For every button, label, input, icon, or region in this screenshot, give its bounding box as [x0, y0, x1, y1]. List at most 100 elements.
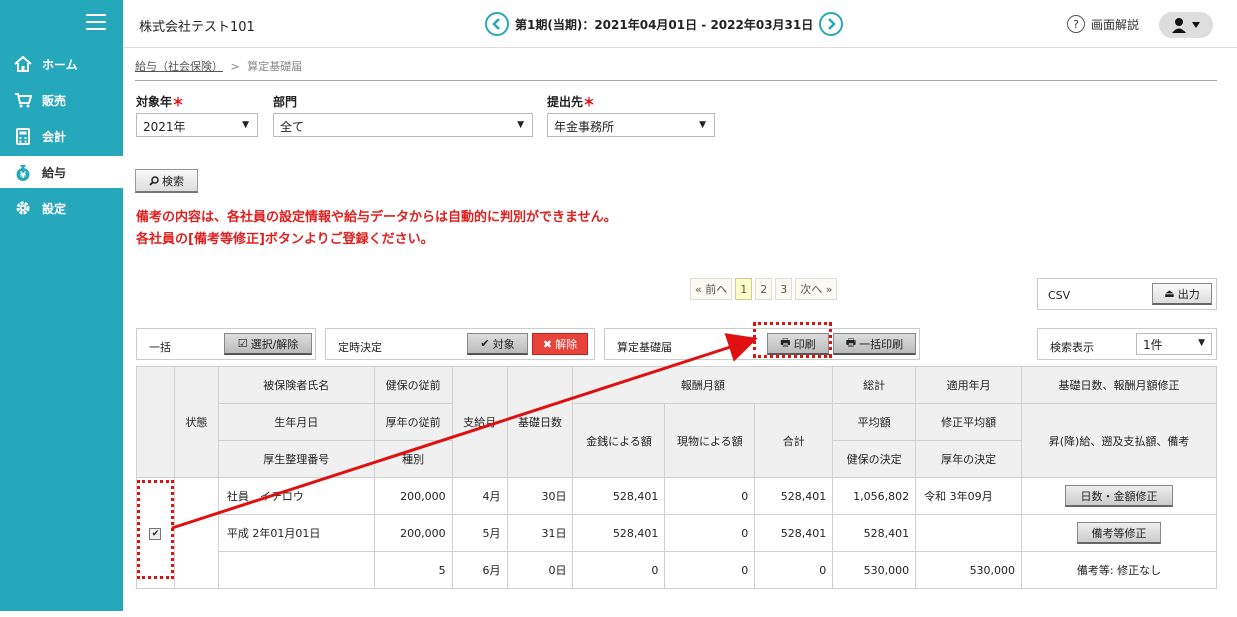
- target-label: 対象: [492, 337, 515, 351]
- sidebar-item-settings[interactable]: 設定: [0, 192, 123, 224]
- search-icon: [149, 175, 159, 186]
- revise-remarks-label: 備考等修正: [1091, 526, 1147, 540]
- year-label-text: 対象年: [136, 95, 173, 109]
- caret-down-icon: ▼: [517, 120, 524, 130]
- pager-next[interactable]: 次へ »: [795, 278, 838, 300]
- table-row: ✔ 社員 イチロウ 200,000 4月 30日 528,401 0 528,4…: [136, 477, 1217, 589]
- chevron-right-icon: [828, 18, 837, 30]
- dest-select[interactable]: 年金事務所 ▼: [547, 113, 715, 137]
- goods-header: 現物による額: [664, 403, 756, 478]
- birth-date: 平成 2年01月01日: [217, 514, 375, 552]
- base-days-header: 基礎日数: [506, 366, 574, 478]
- cart-icon: [14, 91, 32, 109]
- breadcrumb-link-payroll[interactable]: 給与（社会保険）: [135, 60, 223, 73]
- total-header: 総計: [832, 366, 917, 404]
- cash-header: 金銭による額: [572, 403, 666, 478]
- sidebar-item-accounting[interactable]: 会計: [0, 120, 123, 152]
- checkbox-header: [136, 366, 175, 478]
- select-toggle-button[interactable]: ☑ 選択/解除: [224, 333, 312, 355]
- sidebar-item-home[interactable]: ホーム: [0, 48, 123, 80]
- health-prev-value: 200,000: [373, 477, 453, 515]
- search-button-label: 検索: [162, 174, 184, 188]
- checkbox-icon: ☑: [237, 337, 248, 350]
- search-button[interactable]: 検索: [135, 169, 198, 193]
- sidebar-item-label: 設定: [42, 201, 67, 216]
- base-days: 30日: [506, 477, 574, 515]
- base-days: 31日: [506, 514, 574, 552]
- svg-text:¥: ¥: [20, 171, 27, 181]
- target-button[interactable]: ✔ 対象: [467, 333, 528, 355]
- health-decision-amount: 530,000: [832, 551, 917, 589]
- pager-prev[interactable]: « 前へ: [690, 278, 733, 300]
- notice-line: 備考の内容は、各社員の設定情報や給与データからは自動的に判別ができません。: [136, 210, 617, 225]
- dept-select[interactable]: 全て ▼: [273, 113, 533, 137]
- kind-value: 5: [373, 551, 453, 589]
- pager-page-2[interactable]: 2: [755, 278, 773, 300]
- subtotal-amount: 0: [754, 551, 834, 589]
- chevron-left-icon: [492, 18, 500, 30]
- dest-value: 年金事務所: [554, 120, 615, 134]
- revise-remarks-button[interactable]: 備考等修正: [1077, 522, 1162, 544]
- bulk-print-button[interactable]: 🖶 一括印刷: [833, 333, 916, 355]
- sidebar-item-label: 販売: [42, 93, 67, 108]
- caret-down-icon: ▼: [242, 120, 249, 130]
- next-period-button[interactable]: [819, 12, 844, 36]
- breadcrumb-current: 算定基礎届: [247, 60, 303, 73]
- remuneration-header: 報酬月額: [572, 366, 834, 404]
- cash-amount: 528,401: [572, 477, 666, 515]
- question-icon: ?: [1067, 15, 1085, 33]
- hamburger-menu-icon[interactable]: [86, 14, 106, 30]
- annotation-checkbox-highlight: [137, 480, 174, 579]
- cash-amount: 0: [572, 551, 666, 589]
- revise-days-button[interactable]: 日数・金額修正: [1065, 485, 1174, 507]
- pay-month: 5月: [451, 514, 508, 552]
- subtotal-amount: 528,401: [754, 477, 834, 515]
- display-count-panel: 検索表示 1件 ▼: [1037, 328, 1217, 360]
- help-link[interactable]: ? 画面解説: [1067, 15, 1139, 33]
- caret-down-icon: [1192, 22, 1200, 28]
- sidebar-item-label: ホーム: [42, 57, 78, 72]
- revise-days-label: 日数・金額修正: [1080, 489, 1158, 503]
- csv-panel: CSV ⏏ 出力: [1037, 278, 1217, 310]
- user-menu-button[interactable]: [1159, 12, 1213, 38]
- revised-avg-header: 修正平均額: [915, 403, 1023, 441]
- pension-prev-header: 厚年の従前: [373, 403, 453, 441]
- year-value: 2021年: [143, 120, 186, 134]
- breadcrumb-separator: >: [230, 60, 240, 73]
- required-mark: ＊: [583, 95, 596, 109]
- divider: [135, 80, 1217, 81]
- home-icon: [14, 55, 32, 73]
- pension-decision-header: 厚年の決定: [915, 440, 1023, 478]
- health-prev-header: 健保の従前: [373, 366, 453, 404]
- bulk-panel: 一括 ☑ 選択/解除: [136, 328, 316, 360]
- health-decision-header: 健保の決定: [832, 440, 917, 478]
- regular-label: 定時決定: [338, 341, 382, 354]
- sidebar-item-sales[interactable]: 販売: [0, 84, 123, 116]
- birth-header: 生年月日: [217, 403, 375, 441]
- pagination: « 前へ 1 2 3 次へ »: [690, 278, 838, 300]
- csv-export-button[interactable]: ⏏ 出力: [1152, 283, 1212, 305]
- table-row: 平成 2年01月01日 200,000 5月 31日 528,401 0 528…: [137, 514, 1217, 552]
- pension-no-cell: [217, 551, 375, 589]
- cash-amount: 528,401: [572, 514, 666, 552]
- caret-down-icon: ▼: [1198, 338, 1205, 348]
- form-label: 算定基礎届: [617, 341, 672, 354]
- caret-down-icon: ▼: [699, 120, 706, 130]
- required-mark: ＊: [172, 95, 185, 109]
- header: 株式会社テスト101 第1期(当期)：2021年04月01日 - 2022年03…: [123, 0, 1237, 48]
- goods-amount: 0: [664, 477, 756, 515]
- sidebar-item-payroll[interactable]: ¥ 給与: [0, 156, 123, 188]
- cancel-button[interactable]: ✖ 解除: [532, 333, 588, 355]
- prev-period-button[interactable]: [485, 12, 509, 36]
- revise-days-cell: 日数・金額修正: [1021, 477, 1217, 515]
- pay-month-header: 支給月: [451, 366, 508, 478]
- pager-page-1[interactable]: 1: [735, 278, 753, 300]
- gear-icon: [14, 199, 32, 217]
- year-label: 対象年＊: [136, 93, 184, 110]
- pager-page-3[interactable]: 3: [775, 278, 793, 300]
- display-count-select[interactable]: 1件 ▼: [1136, 333, 1212, 355]
- employee-name: 社員 イチロウ: [217, 477, 375, 515]
- sidebar-item-label: 給与: [42, 165, 67, 180]
- year-select[interactable]: 2021年 ▼: [136, 113, 258, 137]
- notice-message: 備考の内容は、各社員の設定情報や給与データからは自動的に判別ができません。 各社…: [136, 207, 617, 251]
